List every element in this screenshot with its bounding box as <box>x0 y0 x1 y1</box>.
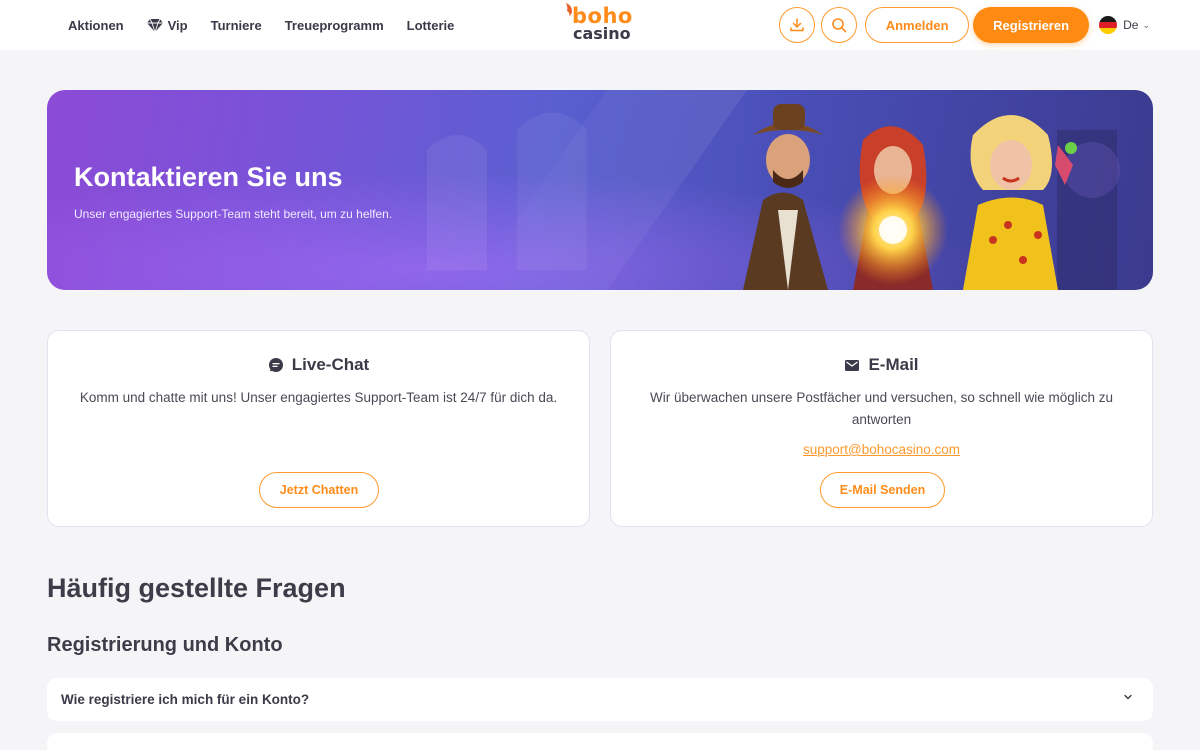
support-email-link[interactable]: support@bohocasino.com <box>611 442 1152 457</box>
german-flag-icon <box>1099 16 1118 34</box>
download-icon <box>790 18 804 32</box>
nav-item-treueprogramm[interactable]: Treueprogramm <box>285 18 384 33</box>
nav-label: Vip <box>167 17 188 33</box>
login-button[interactable]: Anmelden <box>865 7 970 43</box>
site-header: Aktionen Vip Turniere Treueprogramm Lott… <box>0 0 1200 50</box>
language-selector[interactable]: De ⌄ <box>1099 16 1150 34</box>
banner-subtitle: Unser engagiertes Support-Team steht ber… <box>74 207 393 221</box>
nav-label: Aktionen <box>68 17 124 33</box>
email-title: E-Mail <box>868 355 919 374</box>
start-chat-button[interactable]: Jetzt Chatten <box>259 472 379 508</box>
main-nav: Aktionen Vip Turniere Treueprogramm Lott… <box>68 0 477 50</box>
search-button[interactable] <box>821 7 858 43</box>
nav-label: Turniere <box>210 17 262 33</box>
faq-question[interactable] <box>47 733 1153 750</box>
chevron-down-icon: ⌄ <box>1142 19 1150 30</box>
boho-casino-logo[interactable]: boho casino <box>564 2 634 46</box>
logo-text-bottom: casino <box>573 24 631 43</box>
nav-item-vip[interactable]: Vip <box>146 17 188 33</box>
chevron-down-icon <box>1124 694 1132 700</box>
live-chat-card: Live-Chat Komm und chatte mit uns! Unser… <box>47 330 590 527</box>
live-chat-title: Live-Chat <box>291 355 370 374</box>
casino-characters-illustration <box>743 104 1077 290</box>
faq-question-label: Wie registriere ich mich für ein Konto? <box>61 692 310 707</box>
faq-section-heading: Registrierung und Konto <box>47 634 283 656</box>
nav-item-lotterie[interactable]: Lotterie <box>407 18 455 33</box>
card-title: E-Mail <box>611 355 1152 375</box>
faq-heading: Häufig gestellte Fragen <box>47 573 346 603</box>
nav-label: Treueprogramm <box>284 17 384 33</box>
contact-hero-banner: Kontaktieren Sie uns Unser engagiertes S… <box>47 90 1153 290</box>
nav-label: Lotterie <box>406 17 455 33</box>
search-icon <box>832 18 847 33</box>
send-email-button[interactable]: E-Mail Senden <box>820 472 945 508</box>
nav-item-turniere[interactable]: Turniere <box>211 18 262 33</box>
download-button[interactable] <box>779 7 816 43</box>
language-label: De <box>1123 18 1139 32</box>
banner-title: Kontaktieren Sie uns <box>74 162 343 192</box>
envelope-icon <box>845 360 860 371</box>
register-button[interactable]: Registrieren <box>973 7 1090 43</box>
email-card: E-Mail Wir überwachen unsere Postfächer … <box>610 330 1153 527</box>
live-chat-description: Komm und chatte mit uns! Unser engagiert… <box>79 390 558 405</box>
card-title: Live-Chat <box>48 355 589 375</box>
header-actions: Anmelden Registrieren De ⌄ <box>779 7 1150 43</box>
nav-item-aktionen[interactable]: Aktionen <box>68 18 124 33</box>
faq-question[interactable]: Wie registriere ich mich für ein Konto? <box>47 678 1153 721</box>
email-description: Wir überwachen unsere Postfächer und ver… <box>650 390 1113 427</box>
diamond-icon <box>146 18 163 32</box>
chat-bubble-icon <box>268 358 283 372</box>
